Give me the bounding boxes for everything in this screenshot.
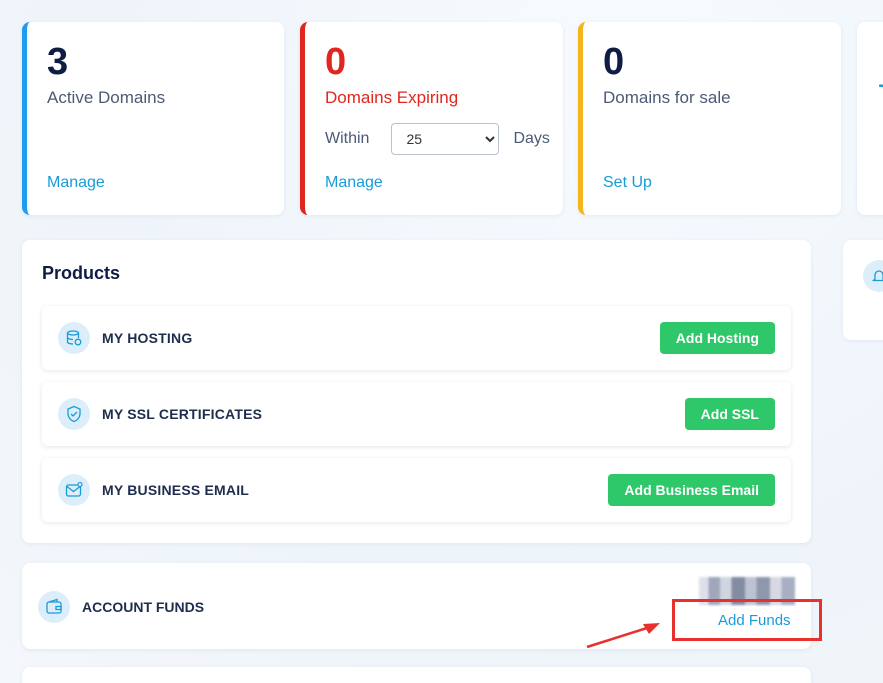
product-name-hosting: MY HOSTING — [102, 330, 193, 346]
domains-expiring-card: 0 Domains Expiring Within 25 Days Manage — [300, 22, 563, 215]
product-row-hosting: MY HOSTING Add Hosting — [42, 306, 791, 370]
products-title: Products — [42, 263, 121, 283]
shield-check-icon — [58, 398, 90, 430]
days-label: Days — [513, 130, 550, 147]
add-ssl-button[interactable]: Add SSL — [684, 398, 775, 430]
product-row-business-email: MY BUSINESS EMAIL Add Business Email — [42, 458, 791, 522]
manage-active-domains-link[interactable]: Manage — [47, 174, 105, 192]
bell-icon — [863, 260, 883, 292]
highlight-box — [672, 599, 822, 641]
next-panel — [22, 667, 811, 683]
product-name-business-email: MY BUSINESS EMAIL — [102, 482, 250, 498]
partial-side-card — [843, 240, 883, 340]
domains-for-sale-label: Domains for sale — [603, 88, 731, 107]
active-domains-label: Active Domains — [47, 88, 166, 107]
domains-for-sale-card: 0 Domains for sale Set Up — [578, 22, 841, 215]
expiry-window-row: Within 25 Days — [325, 123, 550, 155]
wallet-icon — [38, 591, 70, 623]
add-business-email-button[interactable]: Add Business Email — [608, 474, 775, 506]
manage-expiring-domains-link[interactable]: Manage — [325, 174, 383, 192]
set-up-domains-for-sale-link[interactable]: Set Up — [603, 174, 652, 192]
database-icon — [58, 322, 90, 354]
domains-expiring-count: 0 — [325, 41, 347, 83]
partial-card-icon — [879, 84, 883, 88]
partial-stat-card — [857, 22, 883, 215]
product-name-ssl: MY SSL CERTIFICATES — [102, 406, 263, 422]
products-panel: Products MY HOSTING Add Hosting MY SSL C… — [22, 240, 811, 543]
active-domains-card: 3 Active Domains Manage — [22, 22, 284, 215]
active-domains-count: 3 — [47, 41, 69, 83]
domains-expiring-label: Domains Expiring — [325, 88, 459, 107]
within-label: Within — [325, 130, 370, 147]
account-funds-label: ACCOUNT FUNDS — [82, 599, 205, 615]
add-hosting-button[interactable]: Add Hosting — [659, 322, 775, 354]
expiry-days-select[interactable]: 25 — [391, 123, 500, 155]
annotation-arrow-icon — [586, 623, 660, 649]
domains-for-sale-count: 0 — [603, 41, 625, 83]
mail-icon — [58, 474, 90, 506]
product-row-ssl: MY SSL CERTIFICATES Add SSL — [42, 382, 791, 446]
